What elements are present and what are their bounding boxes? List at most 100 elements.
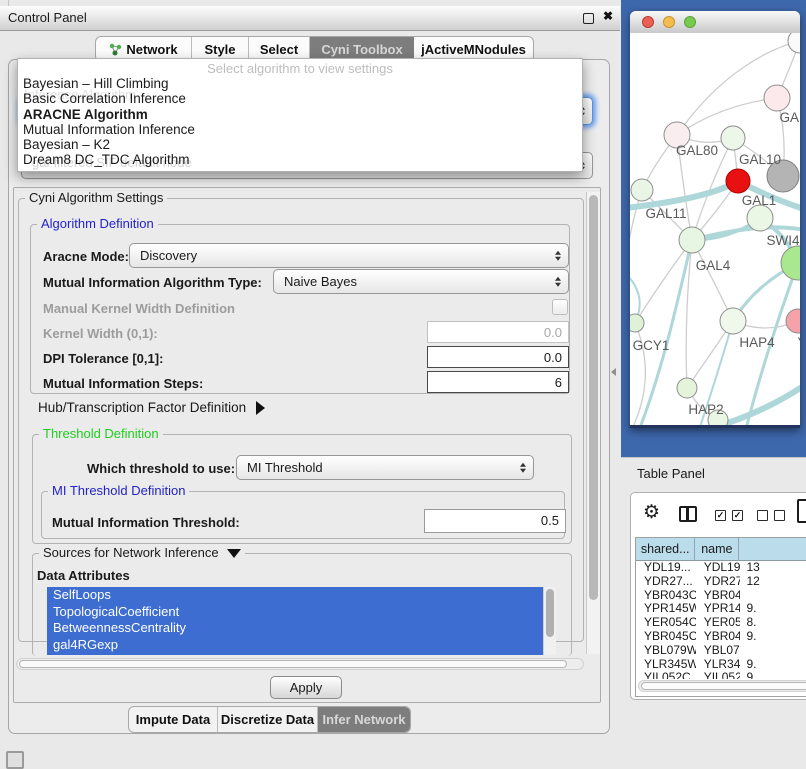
table-row[interactable]: YER054CYER054C8.: [636, 616, 806, 630]
network-node-pink-right[interactable]: [786, 309, 800, 333]
unchecked-checkbox-icon[interactable]: [757, 510, 768, 521]
group-title: Algorithm Definition: [37, 216, 158, 231]
apply-button[interactable]: Apply: [270, 676, 342, 699]
settings-vertical-scrollbar[interactable]: [586, 192, 600, 654]
mi-algorithm-type-label: Mutual Information Algorithm Type:: [43, 275, 262, 290]
table-row[interactable]: YBR043CYBR043C: [636, 589, 806, 603]
manual-kernel-width-checkbox[interactable]: [552, 299, 568, 315]
mi-threshold-definition-group: MI Threshold Definition Mutual Informati…: [41, 491, 565, 539]
zoom-traffic-light-icon[interactable]: [684, 16, 696, 28]
node-label: SWI4: [766, 233, 799, 248]
network-node-GAL4[interactable]: [679, 227, 705, 253]
mi-threshold-field[interactable]: 0.5: [424, 509, 566, 533]
hub-definition-toggle[interactable]: Hub/Transcription Factor Definition: [38, 400, 265, 415]
algorithm-dropdown-list: Bayesian – Hill ClimbingBasic Correlatio…: [18, 76, 582, 168]
close-icon[interactable]: ✖: [603, 9, 613, 23]
node-table: shared...name YDL19...YDL19...13YDR27...…: [635, 537, 806, 697]
algorithm-option[interactable]: Bayesian – Hill Climbing: [18, 76, 582, 91]
data-attribute-item[interactable]: TopologicalCoefficient: [47, 604, 556, 621]
tab-impute-data[interactable]: Impute Data: [129, 707, 218, 732]
network-node-GAL10[interactable]: [721, 126, 745, 150]
algorithm-option[interactable]: Dream8 DC_TDC Algorithm: [18, 152, 582, 167]
which-threshold-combo[interactable]: MI Threshold: [236, 455, 534, 480]
group-title: Cyni Algorithm Settings: [25, 190, 167, 205]
table-row[interactable]: YBL079WYBL079W: [636, 644, 806, 658]
table-row[interactable]: YDR27...YDR27...12: [636, 575, 806, 589]
gear-icon[interactable]: ⚙: [643, 501, 660, 524]
algorithm-option[interactable]: Mutual Information Inference: [18, 122, 582, 137]
data-attribute-item[interactable]: gal4RGexp: [47, 637, 556, 654]
mi-steps-field[interactable]: 6: [427, 371, 569, 393]
right-region: GALGAL80GAL10GAL1GAL11SWI4GAL4GCY1HAP4YH…: [621, 0, 806, 762]
network-edge[interactable]: [630, 190, 642, 273]
table-panel-header: Table Panel: [621, 457, 806, 493]
data-attributes-list[interactable]: SelfLoopsTopologicalCoefficientBetweenne…: [47, 587, 556, 655]
algorithm-dropdown-popup: Inference Algorithm gal-filtered SIF def…: [17, 58, 583, 172]
column-header[interactable]: [739, 538, 806, 560]
dpi-tolerance-field[interactable]: 0.0: [427, 346, 569, 368]
close-traffic-light-icon[interactable]: [642, 16, 654, 28]
split-panel-icon[interactable]: [679, 506, 697, 522]
group-title: Sources for Network Inference: [39, 545, 245, 560]
splitter-collapse-arrow[interactable]: [611, 368, 616, 376]
network-node-HAP2[interactable]: [677, 378, 697, 398]
table-row[interactable]: YLR345WYLR345W9.: [636, 658, 806, 672]
network-node-partial-top[interactable]: [788, 33, 800, 53]
algorithm-option[interactable]: Basic Correlation Inference: [18, 91, 582, 106]
network-node-unlabeled-pink[interactable]: [764, 85, 790, 111]
column-header[interactable]: name: [695, 538, 739, 560]
node-label: GAL: [779, 110, 800, 125]
table-cell: YBR043C: [636, 589, 696, 603]
tab-discretize-data[interactable]: Discretize Data: [218, 707, 318, 732]
tab-infer-network[interactable]: Infer Network: [318, 707, 410, 732]
combo-stepper-icon: [555, 250, 561, 261]
network-node-GAL1[interactable]: [726, 169, 750, 193]
collapse-arrow-icon[interactable]: [227, 549, 241, 558]
cyni-toolbox-panel: Inference Algorithm gal-filtered SIF def…: [8, 59, 610, 734]
unchecked-checkbox-icon[interactable]: [774, 510, 785, 521]
kernel-width-field[interactable]: 0.0: [427, 321, 569, 343]
aracne-mode-combo[interactable]: Discovery: [129, 243, 569, 268]
algorithm-option[interactable]: Bayesian – K2: [18, 137, 582, 152]
mi-threshold-label: Mutual Information Threshold:: [52, 515, 240, 530]
settings-horizontal-scrollbar[interactable]: [16, 658, 584, 670]
checked-checkbox-icon[interactable]: ✓: [732, 510, 743, 521]
manual-kernel-width-label: Manual Kernel Width Definition: [43, 301, 235, 316]
expand-arrow-icon[interactable]: [256, 401, 265, 415]
node-label: HAP2: [688, 402, 723, 417]
table-row[interactable]: YPR145WYPR145W9.: [636, 602, 806, 616]
table-cell: [740, 589, 806, 603]
data-attribute-item[interactable]: BetweennessCentrality: [47, 620, 556, 637]
network-edge[interactable]: [692, 240, 733, 321]
network-node-SWI4[interactable]: [747, 205, 773, 231]
bottom-left-grip-icon[interactable]: [6, 751, 24, 769]
node-label: GAL10: [739, 152, 781, 167]
table-row[interactable]: YDL19...YDL19...13: [636, 561, 806, 575]
data-attribute-item[interactable]: SelfLoops: [47, 587, 556, 604]
table-horizontal-scrollbar[interactable]: [638, 680, 806, 692]
file-icon[interactable]: [797, 499, 806, 523]
kernel-width-label: Kernel Width (0,1):: [43, 326, 158, 341]
table-row[interactable]: YBR045CYBR045C9.: [636, 630, 806, 644]
dropdown-placeholder: Select algorithm to view settings: [18, 59, 582, 76]
float-icon[interactable]: [583, 13, 594, 24]
algorithm-definition-group: Algorithm Definition Aracne Mode: Discov…: [30, 224, 570, 394]
algorithm-option[interactable]: ARACNE Algorithm: [18, 107, 582, 122]
table-cell: YIL052C: [636, 671, 696, 679]
checked-checkbox-icon[interactable]: ✓: [715, 510, 726, 521]
mi-algorithm-type-combo[interactable]: Naive Bayes: [273, 269, 569, 294]
table-cell: 12: [740, 575, 806, 589]
network-node-big-green[interactable]: [781, 246, 800, 280]
network-node-HAP4[interactable]: [720, 308, 746, 334]
network-window[interactable]: GALGAL80GAL10GAL1GAL11SWI4GAL4GCY1HAP4YH…: [630, 11, 800, 428]
network-node-GAL11[interactable]: [631, 179, 653, 201]
table-cell: 9.: [740, 602, 806, 616]
network-node-GCY1[interactable]: [630, 314, 644, 332]
column-header[interactable]: shared...: [636, 538, 695, 560]
sources-group: Sources for Network Inference Data Attri…: [32, 553, 572, 656]
minimize-traffic-light-icon[interactable]: [663, 16, 675, 28]
network-window-titlebar[interactable]: [630, 11, 800, 34]
network-canvas[interactable]: GALGAL80GAL10GAL1GAL11SWI4GAL4GCY1HAP4YH…: [630, 33, 800, 425]
table-row[interactable]: YIL052CYIL052C9.: [636, 671, 806, 679]
list-scrollbar[interactable]: [543, 587, 556, 655]
